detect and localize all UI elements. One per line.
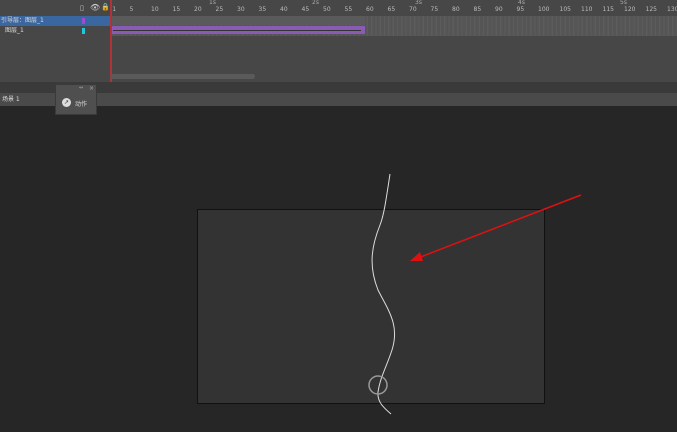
annotation-arrow — [417, 194, 582, 259]
arrow-head-icon — [410, 252, 423, 261]
stage-drawings — [368, 173, 582, 415]
